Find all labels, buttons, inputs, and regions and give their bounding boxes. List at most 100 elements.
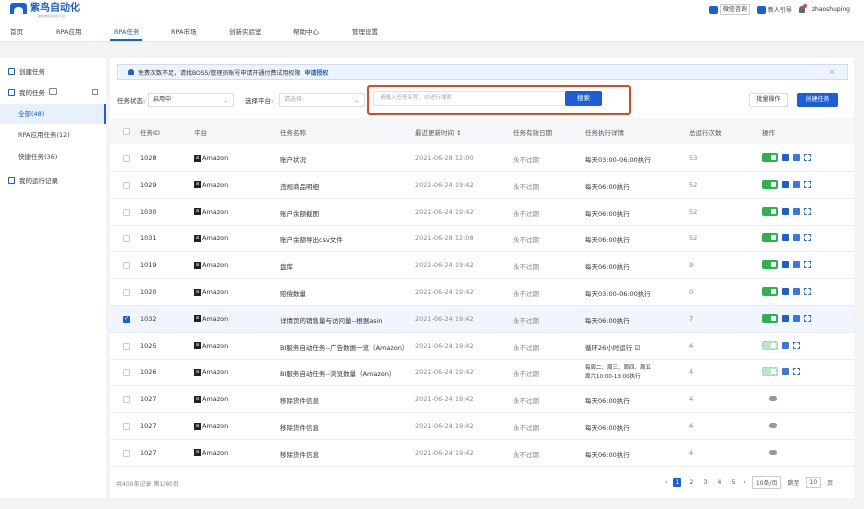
edit-icon[interactable] xyxy=(782,154,789,161)
table-row[interactable]: 1029 a Amazon 违规商品明细 2021-06-24 19:42 永不过期 每天0… xyxy=(110,172,854,199)
select-all-checkbox[interactable] xyxy=(123,128,130,135)
edit-icon[interactable] xyxy=(782,288,789,295)
enable-toggle[interactable] xyxy=(762,179,778,189)
table-row[interactable]: 1026 a Amazon BI服务自动任务--浏览数量（Amazon） 2021-06… xyxy=(110,359,854,387)
toggle-pill-icon[interactable] xyxy=(769,423,777,428)
row-checkbox[interactable] xyxy=(123,315,130,323)
more-icon[interactable] xyxy=(804,180,811,188)
create-task-button[interactable]: 创建任务 xyxy=(797,93,838,107)
edit-icon[interactable] xyxy=(782,314,789,322)
cell-task-name[interactable]: 账户余额导出csv文件 xyxy=(280,234,343,244)
sidebar-my-tasks[interactable]: 我的任务 xyxy=(8,87,45,97)
username[interactable]: zhaoshuping xyxy=(812,6,850,13)
table-row[interactable]: 1019 a Amazon 盘库 2021-06-24 19:42 永不过期 每天06:00… xyxy=(110,252,854,280)
nav-help[interactable]: 帮助中心 xyxy=(293,26,319,36)
table-row[interactable]: 1025 a Amazon BI服务自动任务--广告数据一览（Amazon） 2021-… xyxy=(110,333,854,360)
nav-lab[interactable]: 创新实验室 xyxy=(229,26,262,36)
enable-toggle[interactable] xyxy=(762,153,778,162)
cell-task-name[interactable]: 赔偿数量 xyxy=(280,288,306,298)
copy-icon[interactable] xyxy=(782,368,789,376)
sidebar-item-quick-tasks[interactable]: 快捷任务(36) xyxy=(0,147,106,167)
cell-task-name[interactable]: 违规商品明细 xyxy=(280,181,319,191)
toggle-pill-icon[interactable] xyxy=(769,449,777,455)
goto-input[interactable]: 10 xyxy=(805,477,822,488)
table-row[interactable]: 1028 a Amazon 账户状况 2021-06-28 12:00 永不过期 每天03:… xyxy=(110,145,854,172)
table-row[interactable]: 1030 a Amazon 账户余额截图 2021-06-24 19:42 永不过期 每天0… xyxy=(110,199,854,226)
copy-icon[interactable] xyxy=(793,180,800,188)
row-checkbox[interactable] xyxy=(123,449,130,457)
toggle-pill-icon[interactable] xyxy=(769,396,777,402)
more-icon[interactable] xyxy=(804,261,811,269)
sidebar-run-records[interactable]: 我的运行记录 xyxy=(8,175,58,185)
apply-auth-link[interactable]: 申请授权 xyxy=(304,68,328,77)
cell-task-name[interactable]: 详情页的销售量与访问量--根据asin xyxy=(280,315,383,325)
row-checkbox[interactable] xyxy=(123,262,130,270)
enable-toggle[interactable] xyxy=(762,287,778,296)
cell-task-name[interactable]: 移除货件信息 xyxy=(280,449,319,459)
row-checkbox[interactable] xyxy=(123,369,130,377)
row-checkbox[interactable] xyxy=(123,423,130,430)
more-icon[interactable] xyxy=(793,368,800,376)
row-checkbox[interactable] xyxy=(123,396,130,404)
more-icon[interactable] xyxy=(804,314,811,322)
more-icon[interactable] xyxy=(804,288,811,295)
wechat-consult[interactable]: 微信咨询 xyxy=(708,4,750,15)
next-page-icon[interactable]: › xyxy=(743,479,745,486)
enable-toggle[interactable] xyxy=(762,260,778,270)
table-row[interactable]: 1027 a Amazon 移除货件信息 2021-06-24 19:42 永不过期 每天0… xyxy=(110,413,854,440)
nav-rpa-task[interactable]: RPA任务 xyxy=(114,26,139,36)
table-row[interactable]: 1027 a Amazon 移除货件信息 2021-06-24 19:42 永不过期 每天0… xyxy=(110,440,854,467)
logo[interactable]: 紫鸟自动化 跨境电商自动化平台 xyxy=(10,3,80,18)
enable-toggle[interactable] xyxy=(762,367,778,377)
collapse-icon[interactable] xyxy=(92,89,98,95)
table-row[interactable]: 1027 a Amazon 移除货件信息 2021-06-24 19:42 永不过期 每天0… xyxy=(110,386,854,414)
more-icon[interactable] xyxy=(804,234,811,242)
cell-task-name[interactable]: 移除货件信息 xyxy=(280,422,319,432)
filter-icon[interactable] xyxy=(49,88,57,95)
row-checkbox[interactable] xyxy=(123,155,130,162)
sidebar-item-rpa-app-tasks[interactable]: RPA应用任务(12) xyxy=(0,125,106,145)
cell-task-name[interactable]: BI服务自动任务--浏览数量（Amazon） xyxy=(280,368,395,378)
nav-home[interactable]: 首页 xyxy=(10,26,23,36)
row-checkbox[interactable] xyxy=(123,181,130,189)
nav-rpa-app[interactable]: RPA应用 xyxy=(56,26,81,36)
copy-icon[interactable] xyxy=(793,154,800,161)
close-icon[interactable]: × xyxy=(829,68,835,76)
more-icon[interactable] xyxy=(793,341,800,349)
more-icon[interactable] xyxy=(804,207,811,215)
table-row[interactable]: 1031 a Amazon 账户余额导出csv文件 2021-06-28 12:08 永不… xyxy=(110,225,854,253)
row-checkbox[interactable] xyxy=(123,342,130,350)
th-updated[interactable]: 最近更新时间 ↕ xyxy=(415,127,462,137)
status-select[interactable]: 启用中 ⌄ xyxy=(148,93,234,107)
sidebar-create-task[interactable]: 创建任务 xyxy=(8,66,45,76)
page-4[interactable]: 4 xyxy=(715,479,723,486)
edit-icon[interactable] xyxy=(782,180,789,188)
copy-icon[interactable] xyxy=(793,207,800,215)
row-checkbox[interactable] xyxy=(123,289,130,296)
edit-icon[interactable] xyxy=(782,234,789,242)
page-5[interactable]: 5 xyxy=(729,479,737,486)
edit-icon[interactable] xyxy=(782,207,789,215)
prev-page-icon[interactable]: ‹ xyxy=(665,479,667,486)
nav-rpa-market[interactable]: RPA市场 xyxy=(171,26,196,36)
cell-task-name[interactable]: 账户状况 xyxy=(280,154,306,164)
page-1[interactable]: 1 xyxy=(673,478,682,487)
more-icon[interactable] xyxy=(804,154,811,161)
cell-task-name[interactable]: 移除货件信息 xyxy=(280,395,319,405)
page-3[interactable]: 3 xyxy=(701,479,709,486)
copy-icon[interactable] xyxy=(793,314,800,322)
cell-task-name[interactable]: BI服务自动任务--广告数据一览（Amazon） xyxy=(280,342,408,352)
per-page-select[interactable]: 10条/页 xyxy=(751,476,782,489)
cell-task-name[interactable]: 账户余额截图 xyxy=(280,208,319,218)
page-2[interactable]: 2 xyxy=(687,479,695,486)
newbie-guide[interactable]: 新人引导 xyxy=(756,5,792,14)
enable-toggle[interactable] xyxy=(762,313,778,323)
enable-toggle[interactable] xyxy=(762,340,778,350)
row-checkbox[interactable] xyxy=(123,235,130,243)
copy-icon[interactable] xyxy=(793,261,800,269)
enable-toggle[interactable] xyxy=(762,233,778,243)
batch-operation-button[interactable]: 批量操作 xyxy=(749,93,788,107)
copy-icon[interactable] xyxy=(782,341,789,349)
sidebar-item-all[interactable]: 全部(48) xyxy=(0,104,106,124)
enable-toggle[interactable] xyxy=(762,206,778,216)
